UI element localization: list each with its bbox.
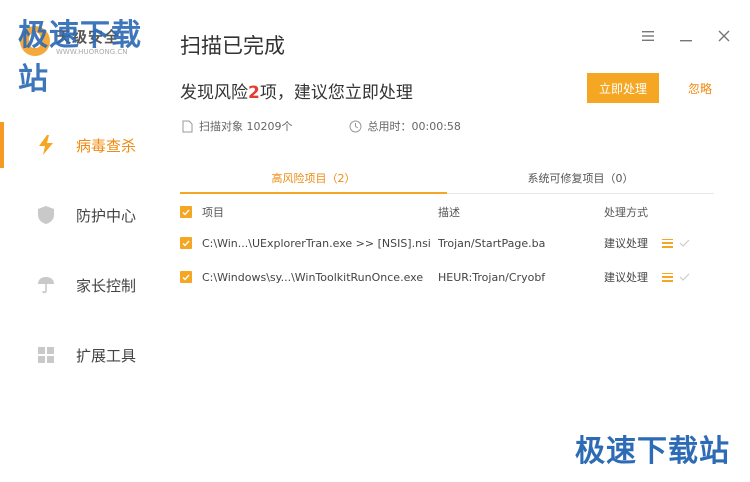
close-icon[interactable]	[716, 28, 732, 44]
lightning-icon	[36, 135, 56, 155]
risk-prefix: 发现风险	[180, 83, 248, 103]
tab-high-risk[interactable]: 高风险项目（2）	[180, 166, 447, 194]
risk-table: 项目 描述 处理方式 C:\Win...\UExplorerTran.exe >…	[180, 198, 714, 294]
checkmark-icon[interactable]	[679, 273, 690, 281]
row-action-label: 建议处理	[604, 237, 648, 250]
risk-suffix: 项，建议您立即处理	[259, 83, 413, 103]
sidebar-item-label: 防护中心	[76, 206, 137, 225]
shield-icon	[36, 205, 56, 225]
menu-icon[interactable]	[640, 28, 656, 44]
total-time: 总用时：00:00:58	[349, 118, 461, 134]
watermark-bottom: 极速下载站	[575, 434, 730, 469]
header-item: 项目	[202, 206, 224, 219]
table-row: C:\Win...\UExplorerTran.exe >> [NSIS].ns…	[180, 226, 714, 260]
header-action: 处理方式	[604, 206, 648, 219]
result-tabs: 高风险项目（2） 系统可修复项目（0）	[180, 166, 714, 194]
sidebar-item-parental[interactable]: 家长控制	[0, 250, 160, 320]
select-all-checkbox[interactable]	[180, 206, 192, 218]
grid-icon	[36, 345, 56, 365]
header-desc: 描述	[438, 206, 460, 219]
watermark-top: 极速下载站	[18, 18, 142, 97]
ignore-link[interactable]: 忽略	[688, 80, 712, 97]
document-icon	[182, 120, 193, 133]
sidebar-item-label: 扩展工具	[76, 346, 137, 365]
total-time-label: 总用时：00:00:58	[367, 120, 461, 133]
scanned-objects-label: 扫描对象 10209个	[199, 120, 293, 133]
sidebar-nav: 病毒查杀 防护中心 家长控制 扩展工具	[0, 110, 160, 390]
sidebar-item-label: 家长控制	[76, 276, 137, 295]
sidebar-item-virus-scan[interactable]: 病毒查杀	[0, 110, 160, 180]
risk-count: 2	[248, 83, 260, 103]
sidebar-item-protection[interactable]: 防护中心	[0, 180, 160, 250]
main-panel: 扫描已完成 发现风险2项，建议您立即处理 立即处理 忽略 扫描对象 10209个	[180, 0, 750, 482]
window-controls	[640, 28, 732, 44]
sidebar-item-label: 病毒查杀	[76, 136, 137, 155]
page-title: 扫描已完成	[180, 34, 285, 58]
app-window: 天级安全 WWW.HUORONG.CN 极速下载站 病毒查杀 防护中心 家长控制…	[0, 0, 750, 482]
umbrella-icon	[36, 275, 56, 295]
clock-icon	[349, 120, 362, 133]
action-menu-icon[interactable]	[662, 238, 673, 248]
scan-stats: 扫描对象 10209个 总用时：00:00:58	[182, 118, 517, 134]
checkmark-icon[interactable]	[679, 239, 690, 247]
table-row: C:\Windows\sy...\WinToolkitRunOnce.exe H…	[180, 260, 714, 294]
scanned-objects: 扫描对象 10209个	[182, 118, 293, 134]
sidebar-item-tools[interactable]: 扩展工具	[0, 320, 160, 390]
row-description: HEUR:Trojan/Cryobf	[438, 270, 546, 284]
table-header: 项目 描述 处理方式	[180, 198, 714, 226]
row-item-path: C:\Windows\sy...\WinToolkitRunOnce.exe	[202, 270, 424, 284]
handle-now-button[interactable]: 立即处理	[587, 73, 659, 103]
row-item-path: C:\Win...\UExplorerTran.exe >> [NSIS].ns…	[202, 236, 431, 250]
tab-system-repairable[interactable]: 系统可修复项目（0）	[447, 166, 714, 193]
minimize-icon[interactable]	[678, 28, 694, 44]
risk-summary: 发现风险2项，建议您立即处理	[180, 78, 413, 103]
action-menu-icon[interactable]	[662, 272, 673, 282]
row-checkbox[interactable]	[180, 237, 192, 249]
row-description: Trojan/StartPage.ba	[438, 236, 546, 250]
row-checkbox[interactable]	[180, 271, 192, 283]
row-action-label: 建议处理	[604, 271, 648, 284]
sidebar: 天级安全 WWW.HUORONG.CN 极速下载站 病毒查杀 防护中心 家长控制…	[0, 0, 160, 482]
